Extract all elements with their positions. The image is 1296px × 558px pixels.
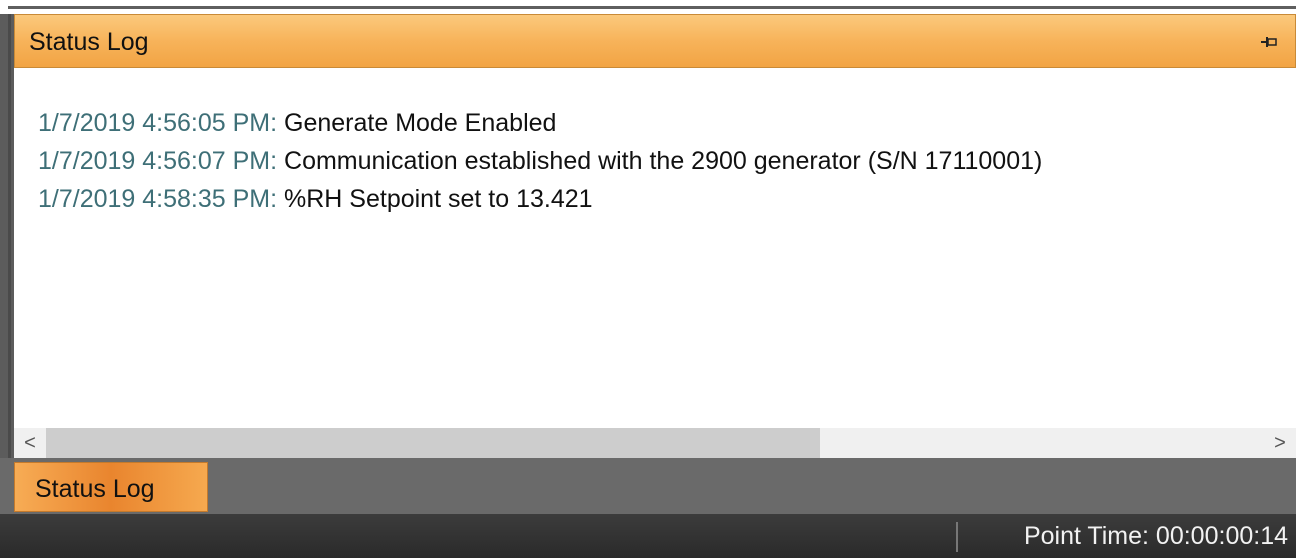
log-message: Communication established with the 2900 …	[284, 147, 1043, 175]
window-frame-top	[0, 0, 1296, 14]
status-separator	[956, 522, 958, 552]
status-log-panel-header: Status Log	[14, 14, 1296, 68]
status-log-content: 1/7/2019 4:56:05 PM: Generate Mode Enabl…	[14, 68, 1296, 428]
status-bar: Point Time: 00:00:00:14	[0, 514, 1296, 558]
log-entry: 1/7/2019 4:58:35 PM: %RH Setpoint set to…	[38, 180, 1042, 218]
log-timestamp: 1/7/2019 4:58:35 PM:	[38, 185, 278, 213]
pin-icon-graphic	[1261, 37, 1277, 47]
log-timestamp: 1/7/2019 4:56:05 PM:	[38, 109, 278, 137]
tab-label: Status Log	[35, 475, 155, 503]
point-time-readout: Point Time: 00:00:00:14	[1023, 522, 1288, 550]
log-entry: 1/7/2019 4:56:07 PM: Communication estab…	[38, 142, 1042, 180]
frame-border	[8, 6, 1296, 9]
horizontal-scrollbar[interactable]: < >	[14, 428, 1296, 458]
tab-strip: Status Log	[0, 458, 1296, 514]
log-timestamp: 1/7/2019 4:56:07 PM:	[38, 147, 278, 175]
scroll-right-arrow-icon[interactable]: >	[1264, 428, 1296, 458]
panel-title: Status Log	[29, 28, 149, 56]
log-list: 1/7/2019 4:56:05 PM: Generate Mode Enabl…	[38, 104, 1042, 218]
scrollbar-thumb[interactable]	[46, 428, 820, 458]
log-message: Generate Mode Enabled	[284, 109, 557, 137]
frame-border-left	[8, 14, 11, 458]
pin-icon[interactable]	[1261, 35, 1277, 47]
log-entry: 1/7/2019 4:56:05 PM: Generate Mode Enabl…	[38, 104, 1042, 142]
window-frame-left	[0, 14, 14, 458]
log-message: %RH Setpoint set to 13.421	[284, 185, 593, 213]
tab-status-log[interactable]: Status Log	[14, 462, 208, 512]
scroll-left-arrow-icon[interactable]: <	[14, 428, 46, 458]
